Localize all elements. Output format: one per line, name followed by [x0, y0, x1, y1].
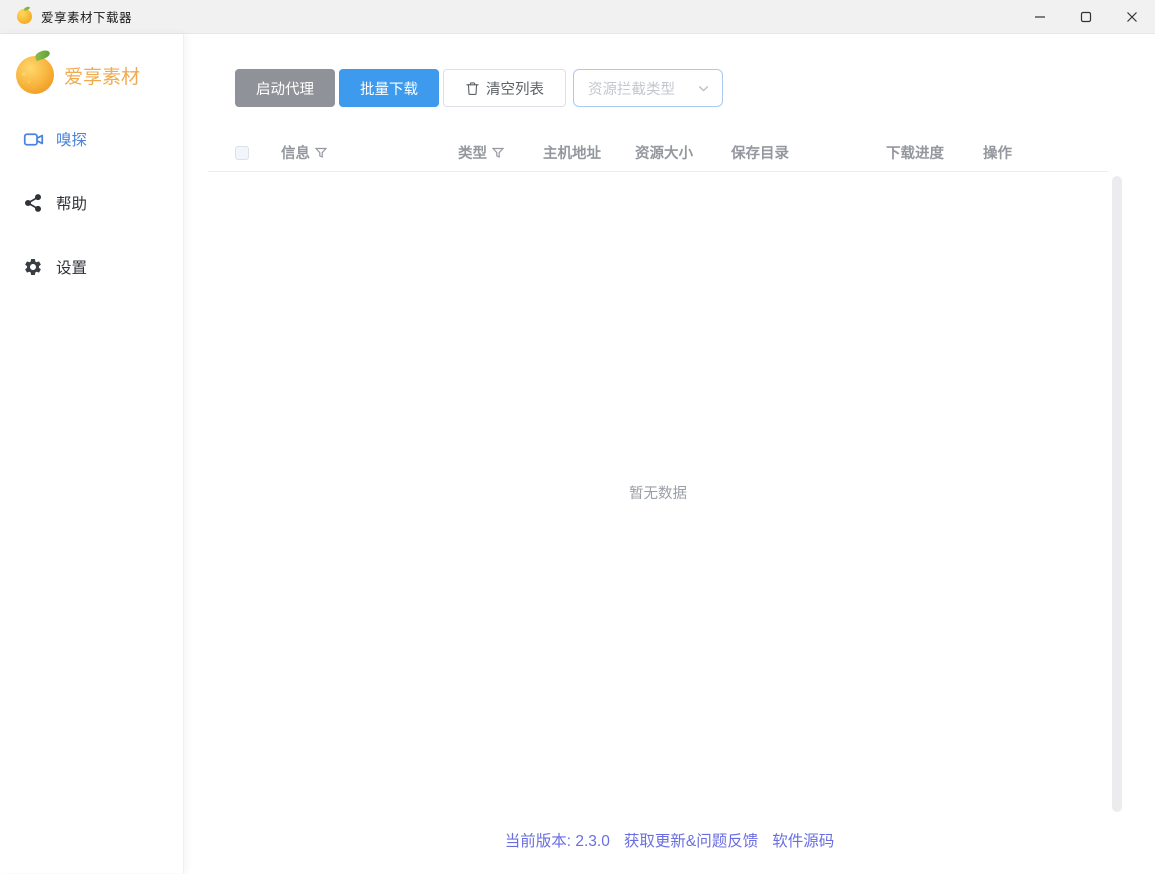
- column-label: 主机地址: [543, 142, 601, 163]
- orange-fruit-icon: [16, 56, 54, 94]
- clear-list-label: 清空列表: [486, 78, 544, 99]
- maximize-icon: [1080, 11, 1092, 23]
- logo-text: 爱享素材: [64, 62, 140, 89]
- trash-icon: [465, 81, 480, 96]
- column-header-dir: 保存目录: [731, 142, 886, 163]
- column-label: 信息: [281, 142, 310, 163]
- gear-icon: [22, 256, 44, 278]
- select-all-checkbox[interactable]: [235, 146, 249, 160]
- column-header-actions: 操作: [983, 142, 1108, 163]
- column-header-info: 信息: [281, 142, 458, 163]
- filter-icon[interactable]: [492, 147, 504, 159]
- column-header-size: 资源大小: [635, 142, 731, 163]
- update-feedback-link[interactable]: 获取更新&问题反馈: [624, 829, 758, 851]
- start-proxy-button[interactable]: 启动代理: [235, 69, 335, 107]
- column-label: 资源大小: [635, 142, 693, 163]
- column-label: 操作: [983, 142, 1012, 163]
- select-all-cell: [235, 146, 281, 160]
- sidebar-nav: 嗅探 帮助: [0, 118, 183, 288]
- close-button[interactable]: [1109, 0, 1155, 34]
- batch-download-button[interactable]: 批量下载: [339, 69, 439, 107]
- toolbar: 启动代理 批量下载 清空列表 资源拦截类型: [235, 69, 723, 107]
- column-header-progress: 下载进度: [886, 142, 983, 163]
- minimize-icon: [1034, 11, 1046, 23]
- source-code-link[interactable]: 软件源码: [772, 829, 834, 851]
- app-logo: 爱享素材: [0, 56, 183, 94]
- column-header-type: 类型: [458, 142, 543, 163]
- sidebar-item-settings[interactable]: 设置: [0, 246, 183, 288]
- footer: 当前版本: 2.3.0 获取更新&问题反馈 软件源码: [184, 829, 1155, 851]
- sidebar-item-label: 设置: [56, 256, 87, 278]
- column-label: 保存目录: [731, 142, 789, 163]
- empty-state-text: 暂无数据: [629, 482, 687, 503]
- filter-icon[interactable]: [315, 147, 327, 159]
- sidebar-item-help[interactable]: 帮助: [0, 182, 183, 224]
- app-window: 爱享素材下载器 爱享素材: [0, 0, 1155, 874]
- minimize-button[interactable]: [1017, 0, 1063, 34]
- sidebar-item-sniff[interactable]: 嗅探: [0, 118, 183, 160]
- select-placeholder: 资源拦截类型: [588, 78, 675, 99]
- sidebar-item-label: 帮助: [56, 192, 87, 214]
- video-camera-icon: [22, 128, 44, 150]
- chevron-down-icon: [697, 82, 710, 95]
- column-label: 下载进度: [886, 142, 944, 163]
- main-content: 启动代理 批量下载 清空列表 资源拦截类型: [184, 34, 1155, 873]
- titlebar: 爱享素材下载器: [0, 0, 1155, 34]
- close-icon: [1126, 11, 1138, 23]
- column-header-host: 主机地址: [543, 142, 635, 163]
- sidebar-item-label: 嗅探: [56, 128, 87, 150]
- vertical-scrollbar[interactable]: [1112, 176, 1122, 812]
- app-logo-icon: [17, 9, 32, 24]
- window-title: 爱享素材下载器: [41, 7, 132, 26]
- share-icon: [22, 192, 44, 214]
- table-body: 暂无数据: [208, 172, 1108, 813]
- sidebar: 爱享素材 嗅探: [0, 34, 184, 873]
- table-header: 信息 类型 主机地址 资源大小 保存: [208, 134, 1108, 172]
- clear-list-button[interactable]: 清空列表: [443, 69, 566, 107]
- resource-type-select[interactable]: 资源拦截类型: [573, 69, 723, 107]
- maximize-button[interactable]: [1063, 0, 1109, 34]
- version-text: 当前版本: 2.3.0: [505, 829, 610, 851]
- column-label: 类型: [458, 142, 487, 163]
